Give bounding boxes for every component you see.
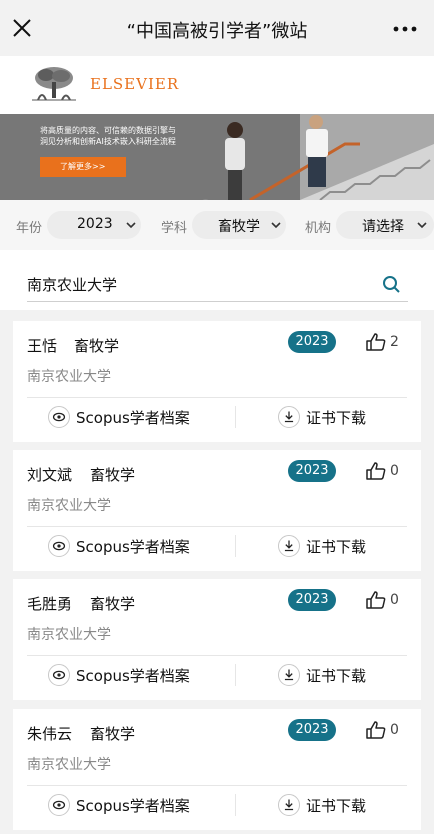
eye-icon: [48, 535, 70, 557]
search-input[interactable]: [27, 268, 408, 302]
scopus-profile-button[interactable]: Scopus学者档案: [48, 664, 228, 686]
eye-icon: [48, 794, 70, 816]
org-select-value: 请选择: [362, 219, 404, 235]
thumbs-up-icon[interactable]: [366, 333, 386, 351]
card-divider: [27, 397, 407, 398]
download-icon: [278, 406, 300, 428]
scholar-org: 南京农业大学: [27, 369, 111, 385]
year-badge: 2023: [288, 589, 336, 611]
certificate-download-button[interactable]: 证书下载: [278, 664, 388, 686]
scopus-profile-button[interactable]: Scopus学者档案: [48, 794, 228, 816]
certificate-download-button[interactable]: 证书下载: [278, 794, 388, 816]
scopus-profile-label: Scopus学者档案: [76, 667, 190, 685]
chevron-down-icon: [417, 222, 427, 229]
publisher-header: ELSEVIER: [0, 56, 434, 114]
year-select[interactable]: 2023: [47, 211, 141, 239]
like-count: 0: [390, 722, 399, 738]
scopus-profile-button[interactable]: Scopus学者档案: [48, 406, 228, 428]
search-icon[interactable]: [382, 275, 401, 294]
certificate-download-label: 证书下载: [306, 538, 367, 556]
year-label: 年份: [16, 221, 43, 236]
promo-banner[interactable]: 将高质量的内容、可信赖的数据引擎与 洞见分析和创新AI技术嵌入科研全流程 了解更…: [0, 114, 434, 200]
scholar-org: 南京农业大学: [27, 498, 111, 514]
elsevier-tree-icon: [32, 66, 76, 102]
eye-icon: [48, 664, 70, 686]
page-title: “中国高被引学者”微站: [126, 21, 308, 42]
scholar-org: 南京农业大学: [27, 757, 111, 773]
like-count: 2: [390, 334, 399, 350]
scopus-profile-button[interactable]: Scopus学者档案: [48, 535, 228, 557]
scholar-card[interactable]: 刘文斌 畜牧学 2023 0 南京农业大学 Scopus学者档案 证书下载: [13, 450, 421, 571]
filter-bar: 年份 2023 学科 畜牧学 机构 请选择: [0, 200, 434, 250]
scholar-name: 毛胜勇: [27, 595, 73, 613]
scholar-subject: 畜牧学: [90, 595, 136, 613]
certificate-download-label: 证书下载: [306, 409, 367, 427]
scholar-subject: 畜牧学: [90, 466, 136, 484]
certificate-download-label: 证书下载: [306, 667, 367, 685]
certificate-download-label: 证书下载: [306, 797, 367, 815]
scopus-profile-label: Scopus学者档案: [76, 538, 190, 556]
eye-icon: [48, 406, 70, 428]
scholar-name: 朱伟云: [27, 725, 73, 743]
action-divider: [235, 535, 236, 557]
year-badge: 2023: [288, 331, 336, 353]
action-divider: [235, 664, 236, 686]
elsevier-wordmark: ELSEVIER: [90, 75, 180, 93]
like-count: 0: [390, 592, 399, 608]
more-icon[interactable]: [392, 19, 418, 39]
like-count: 0: [390, 463, 399, 479]
subject-select-value: 畜牧学: [218, 219, 260, 235]
learn-more-button[interactable]: 了解更多>>: [40, 157, 126, 177]
action-divider: [235, 794, 236, 816]
scholar-subject: 畜牧学: [90, 725, 136, 743]
thumbs-up-icon[interactable]: [366, 721, 386, 739]
scholar-card[interactable]: 朱伟云 畜牧学 2023 0 南京农业大学 Scopus学者档案 证书下载: [13, 709, 421, 830]
action-divider: [235, 406, 236, 428]
scholar-card[interactable]: 王恬 畜牧学 2023 2 南京农业大学 Scopus学者档案 证书下载: [13, 321, 421, 442]
chevron-down-icon: [126, 222, 136, 229]
scholar-name: 王恬: [27, 337, 58, 355]
banner-line-2: 洞见分析和创新AI技术嵌入科研全流程: [40, 137, 176, 146]
card-divider: [27, 785, 407, 786]
card-divider: [27, 526, 407, 527]
year-badge: 2023: [288, 719, 336, 741]
scopus-profile-label: Scopus学者档案: [76, 409, 190, 427]
chevron-down-icon: [271, 222, 281, 229]
org-label: 机构: [305, 221, 332, 236]
download-icon: [278, 535, 300, 557]
card-divider: [27, 655, 407, 656]
download-icon: [278, 664, 300, 686]
subject-label: 学科: [161, 221, 188, 236]
year-badge: 2023: [288, 460, 336, 482]
download-icon: [278, 794, 300, 816]
scholar-org: 南京农业大学: [27, 627, 111, 643]
scholar-subject: 畜牧学: [74, 337, 120, 355]
subject-select[interactable]: 畜牧学: [192, 211, 286, 239]
search-area: [0, 250, 434, 310]
org-select[interactable]: 请选择: [336, 211, 434, 239]
thumbs-up-icon[interactable]: [366, 462, 386, 480]
year-select-value: 2023: [77, 216, 113, 232]
top-bar: “中国高被引学者”微站: [0, 0, 434, 56]
scholar-card[interactable]: 毛胜勇 畜牧学 2023 0 南京农业大学 Scopus学者档案 证书下载: [13, 579, 421, 700]
scopus-profile-label: Scopus学者档案: [76, 797, 190, 815]
scholar-name: 刘文斌: [27, 466, 73, 484]
thumbs-up-icon[interactable]: [366, 591, 386, 609]
banner-line-1: 将高质量的内容、可信赖的数据引擎与: [40, 126, 176, 135]
carousel-indicators: [202, 192, 239, 200]
certificate-download-button[interactable]: 证书下载: [278, 535, 388, 557]
certificate-download-button[interactable]: 证书下载: [278, 406, 388, 428]
banner-copy: 将高质量的内容、可信赖的数据引擎与 洞见分析和创新AI技术嵌入科研全流程: [40, 125, 230, 147]
